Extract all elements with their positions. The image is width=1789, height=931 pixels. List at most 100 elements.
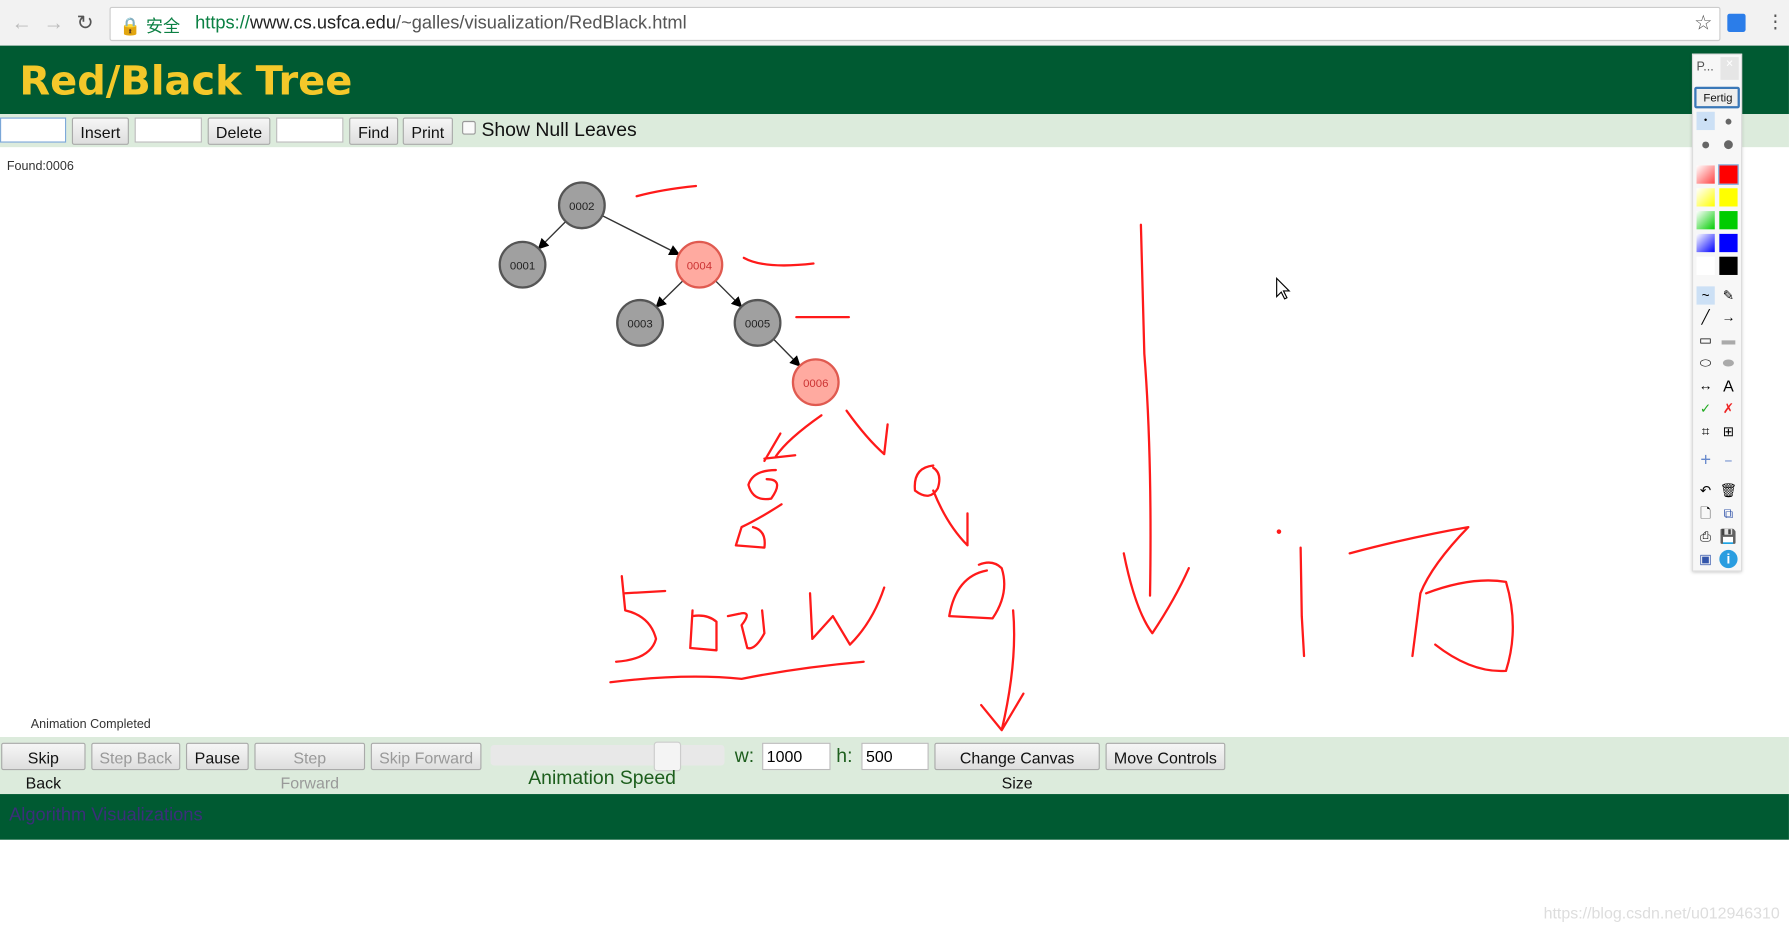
color-white[interactable] bbox=[1696, 256, 1715, 275]
eraser-icon[interactable]: ✎ bbox=[1719, 286, 1737, 304]
color-black[interactable] bbox=[1719, 256, 1738, 275]
print-icon[interactable]: ⎙ bbox=[1697, 527, 1715, 545]
trash-icon[interactable]: 🗑 bbox=[1719, 481, 1737, 499]
tree-edge bbox=[715, 280, 743, 308]
done-button[interactable]: Fertig bbox=[1694, 86, 1740, 109]
ellipse-icon[interactable]: ⬭ bbox=[1697, 354, 1715, 372]
node-key: 0003 bbox=[627, 318, 652, 330]
address-bar[interactable]: 🔒 安全 https://www.cs.usfca.edu/~galles/vi… bbox=[109, 6, 1721, 42]
pen-size-4-icon[interactable]: ● bbox=[1719, 133, 1737, 154]
check-icon[interactable]: ✓ bbox=[1697, 399, 1715, 417]
show-null-leaves-label: Show Null Leaves bbox=[481, 118, 637, 141]
crop-icon[interactable]: ⌗ bbox=[1697, 422, 1715, 440]
annotation-stroke bbox=[1122, 223, 1190, 635]
canvas-height-input[interactable] bbox=[861, 742, 929, 771]
skip-back-button[interactable]: Skip Back bbox=[1, 742, 86, 792]
pen-size-3-icon[interactable]: ● bbox=[1697, 135, 1715, 153]
cross-icon[interactable]: ✗ bbox=[1719, 399, 1737, 417]
tree-node: 0005 bbox=[733, 298, 782, 347]
algorithm-visualizations-link[interactable]: Algorithm Visualizations bbox=[9, 805, 202, 826]
animation-controls: Skip Back Step Back Pause Step Forward S… bbox=[0, 737, 1789, 795]
page-header: Red/Black Tree bbox=[0, 45, 1789, 115]
undo-icon[interactable]: ↶ bbox=[1697, 481, 1715, 499]
color-green-translucent[interactable] bbox=[1696, 211, 1715, 230]
line-icon[interactable]: ╱ bbox=[1697, 308, 1715, 326]
height-label: h: bbox=[836, 745, 853, 767]
insert-button[interactable]: Insert bbox=[71, 117, 129, 145]
tree-node: 0004 bbox=[675, 240, 724, 289]
copy-icon[interactable]: ⧉ bbox=[1719, 504, 1737, 522]
url-path: /~galles/visualization/RedBlack.html bbox=[395, 13, 687, 34]
back-icon[interactable]: ← bbox=[11, 11, 32, 35]
pause-button[interactable]: Pause bbox=[185, 742, 249, 771]
color-green[interactable] bbox=[1719, 211, 1738, 230]
url-scheme: https:// bbox=[195, 13, 250, 34]
page-title: Red/Black Tree bbox=[19, 59, 353, 105]
freehand-icon[interactable]: ~ bbox=[1696, 286, 1715, 305]
new-page-icon[interactable]: 🗋 bbox=[1697, 504, 1715, 522]
extension-icon[interactable] bbox=[1727, 13, 1746, 32]
arrow-icon[interactable]: → bbox=[1719, 308, 1737, 326]
annotation-stroke bbox=[635, 184, 698, 198]
step-back-button[interactable]: Step Back bbox=[91, 742, 181, 771]
delete-button[interactable]: Delete bbox=[207, 117, 271, 145]
zoom-icon[interactable]: ⊞ bbox=[1719, 422, 1737, 440]
show-null-leaves-checkbox[interactable] bbox=[462, 120, 476, 135]
star-icon[interactable]: ☆ bbox=[1694, 11, 1712, 35]
node-key: 0004 bbox=[687, 260, 712, 272]
color-yellow-translucent[interactable] bbox=[1696, 188, 1715, 207]
lock-icon: 🔒 bbox=[119, 17, 142, 37]
annotation-stroke bbox=[747, 468, 779, 501]
minus-icon[interactable]: − bbox=[1719, 452, 1737, 470]
annotation-stroke bbox=[689, 609, 766, 652]
text-icon[interactable]: A bbox=[1719, 376, 1737, 394]
annotation-stroke bbox=[742, 256, 815, 267]
mouse-cursor-icon bbox=[1276, 277, 1291, 300]
visualization-canvas[interactable]: 0002 0001 0004 0003 0005 0006 bbox=[0, 147, 1689, 737]
animation-speed-slider[interactable] bbox=[490, 741, 725, 772]
node-key: 0001 bbox=[510, 260, 535, 272]
skip-forward-button[interactable]: Skip Forward bbox=[370, 742, 482, 771]
url-domain: www.cs.usfca.edu bbox=[249, 13, 396, 34]
color-yellow[interactable] bbox=[1719, 188, 1738, 207]
url-text: https://www.cs.usfca.edu/~galles/visuali… bbox=[195, 14, 687, 35]
save-icon[interactable]: 💾 bbox=[1719, 527, 1737, 545]
close-icon[interactable]: × bbox=[1720, 57, 1739, 80]
plus-icon[interactable]: + bbox=[1697, 451, 1715, 470]
forward-icon[interactable]: → bbox=[43, 11, 64, 35]
tree-node: 0002 bbox=[557, 181, 606, 230]
annotation-stroke bbox=[1348, 525, 1470, 658]
algorithm-controls: Insert Delete Find Print Show Null Leave… bbox=[0, 114, 1789, 148]
change-canvas-size-button[interactable]: Change Canvas Size bbox=[934, 742, 1100, 792]
annotation-stroke bbox=[734, 503, 783, 549]
canvas-width-input[interactable] bbox=[762, 742, 831, 771]
print-button[interactable]: Print bbox=[402, 117, 453, 145]
filled-rectangle-icon[interactable]: ▬ bbox=[1719, 331, 1737, 349]
color-red[interactable] bbox=[1718, 164, 1739, 185]
pen-size-2-icon[interactable]: ● bbox=[1719, 112, 1737, 130]
find-button[interactable]: Find bbox=[349, 117, 399, 145]
find-input[interactable] bbox=[276, 117, 344, 143]
insert-input[interactable] bbox=[0, 117, 67, 143]
filled-ellipse-icon[interactable]: ⬬ bbox=[1719, 354, 1737, 372]
double-arrow-icon[interactable]: ↔ bbox=[1697, 376, 1715, 394]
annotation-stroke bbox=[609, 660, 865, 684]
rectangle-icon[interactable]: ▭ bbox=[1697, 331, 1715, 349]
color-red-translucent[interactable] bbox=[1696, 165, 1715, 184]
delete-input[interactable] bbox=[134, 117, 202, 143]
info-icon[interactable]: i bbox=[1719, 549, 1738, 569]
move-controls-button[interactable]: Move Controls bbox=[1105, 742, 1226, 771]
node-key: 0002 bbox=[569, 201, 594, 213]
step-forward-button[interactable]: Step Forward bbox=[254, 742, 366, 792]
reload-icon[interactable]: ↻ bbox=[76, 11, 93, 35]
menu-icon[interactable]: ⋮ bbox=[1766, 10, 1784, 33]
pen-size-1-icon[interactable]: • bbox=[1696, 111, 1715, 131]
node-key: 0005 bbox=[745, 318, 770, 330]
annotation-stroke bbox=[1424, 579, 1514, 673]
color-blue-translucent[interactable] bbox=[1696, 233, 1715, 253]
screen-icon[interactable]: ▣ bbox=[1697, 550, 1715, 568]
secure-indicator: 🔒 安全 bbox=[120, 14, 180, 38]
color-blue[interactable] bbox=[1719, 233, 1738, 253]
page-footer: Algorithm Visualizations bbox=[0, 794, 1789, 840]
width-label: w: bbox=[734, 745, 755, 767]
